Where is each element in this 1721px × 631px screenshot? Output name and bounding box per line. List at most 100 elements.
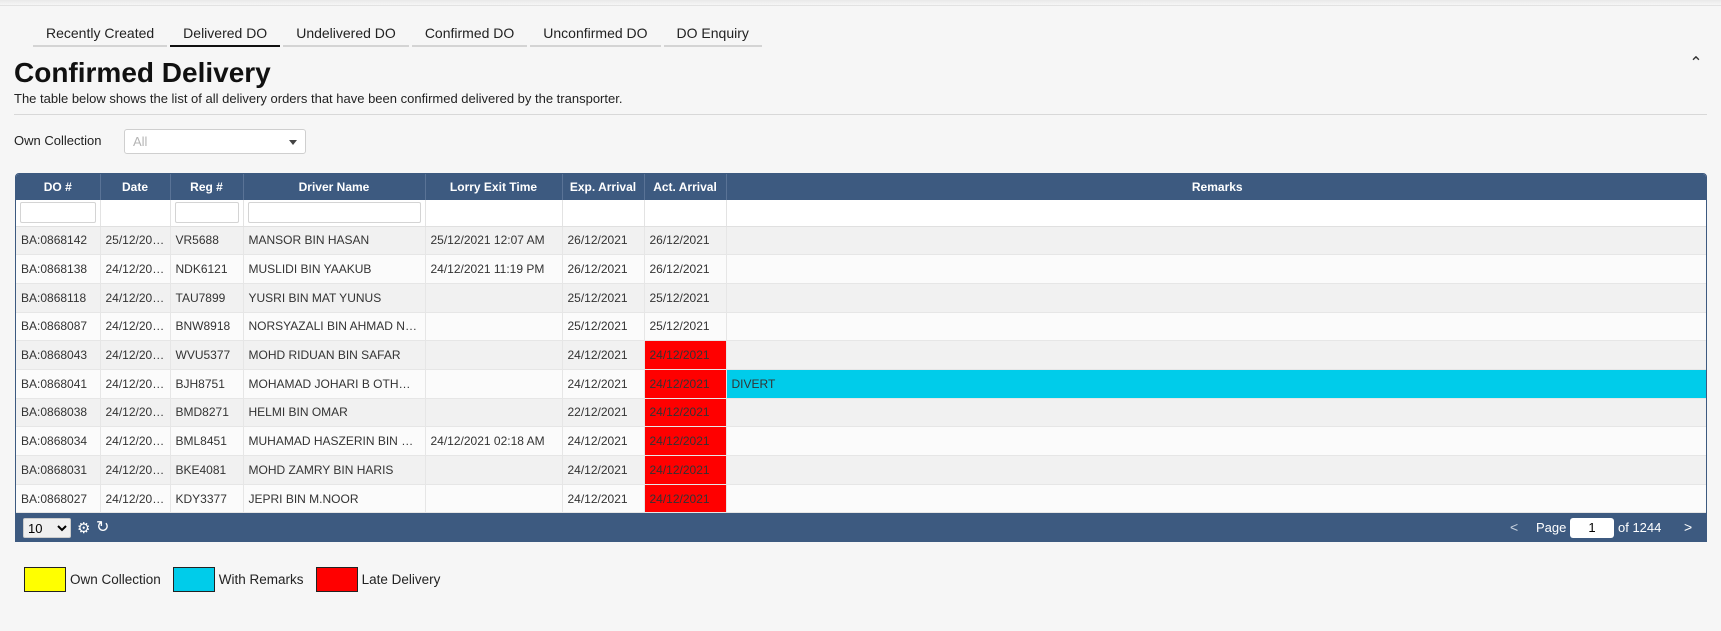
- table-row[interactable]: BA:0868027 24/12/2021 KDY3377 JEPRI BIN M.N…: [16, 484, 1706, 514]
- table-row[interactable]: BA:0868138 24/12/2021 NDK6121 MUSLIDI BIN Y…: [16, 254, 1706, 284]
- lorry-exit-time-cell: [425, 484, 563, 514]
- lorry-exit-time-cell: [425, 369, 563, 399]
- act-arrival-cell: 26/12/2021: [644, 226, 727, 256]
- exp-arrival-cell: 24/12/2021: [562, 455, 645, 485]
- tab-unconfirmed-do[interactable]: Unconfirmed DO: [530, 22, 661, 47]
- exp-arrival-cell: 25/12/2021: [562, 283, 645, 313]
- tab-delivered-do[interactable]: Delivered DO: [170, 22, 281, 47]
- act-arrival-cell: 24/12/2021: [644, 398, 727, 428]
- reg-cell: VR5688: [170, 226, 244, 256]
- date-cell: 24/12/2021: [100, 426, 171, 456]
- table-row[interactable]: BA:0868041 24/12/2021 BJH8751 MOHAMAD JOHAR…: [16, 369, 1706, 399]
- driver-name-cell: MUSLIDI BIN YAAKUB: [243, 254, 426, 284]
- driver-name-cell: MOHD ZAMRY BIN HARIS: [243, 455, 426, 485]
- prev-page-button[interactable]: <: [1510, 519, 1518, 535]
- own-collection-placeholder: All: [133, 134, 148, 149]
- reg-cell: BNW8918: [170, 312, 244, 342]
- driver-name-cell: MOHD RIDUAN BIN SAFAR: [243, 340, 426, 370]
- col-header-exit-time[interactable]: Lorry Exit Time: [425, 174, 563, 200]
- act-arrival-cell: 26/12/2021: [644, 254, 727, 284]
- reg-filter-input[interactable]: [174, 202, 239, 224]
- chevron-up-icon[interactable]: ⌃: [1688, 56, 1704, 72]
- legend-label: Late Delivery: [361, 572, 441, 587]
- table-row[interactable]: BA:0868118 24/12/2021 TAU7899 YUSRI BIN MAT…: [16, 283, 1706, 313]
- exp-arrival-cell: 26/12/2021: [562, 254, 645, 284]
- lorry-exit-time-cell: 24/12/2021 02:18 AM: [425, 426, 563, 456]
- filter-cell-exit: [425, 200, 563, 227]
- do-cell: BA:0868034: [16, 426, 101, 456]
- divider: [14, 114, 1707, 115]
- do-cell: BA:0868027: [16, 484, 101, 514]
- page-subtitle: The table below shows the list of all de…: [14, 91, 623, 106]
- filter-cell-exp: [562, 200, 645, 227]
- lorry-exit-time-cell: [425, 340, 563, 370]
- reg-cell: TAU7899: [170, 283, 244, 313]
- lorry-exit-time-cell: [425, 312, 563, 342]
- table-row[interactable]: BA:0868043 24/12/2021 WVU5377 MOHD RIDUAN B…: [16, 340, 1706, 370]
- driver-name-cell: MOHAMAD JOHARI B OTHMAN: [243, 369, 426, 399]
- table-row[interactable]: BA:0868038 24/12/2021 BMD8271 HELMI BIN OMA…: [16, 398, 1706, 428]
- driver-name-cell: MANSOR BIN HASAN: [243, 226, 426, 256]
- reg-cell: BMD8271: [170, 398, 244, 428]
- lorry-exit-time-cell: [425, 283, 563, 313]
- date-cell: 24/12/2021: [100, 455, 171, 485]
- page-label: Page: [1536, 520, 1567, 535]
- col-header-exp-arrival[interactable]: Exp. Arrival: [562, 174, 645, 200]
- do-cell: BA:0868038: [16, 398, 101, 428]
- driver-filter-input[interactable]: [247, 202, 421, 224]
- legend-label: With Remarks: [218, 572, 304, 587]
- legend-swatch: [172, 567, 215, 592]
- delivery-grid: DO # Date Reg # Driver Name Lorry Exit T…: [15, 173, 1707, 515]
- remarks-cell: [726, 340, 1706, 370]
- date-cell: 24/12/2021: [100, 398, 171, 428]
- own-collection-select[interactable]: All: [124, 129, 306, 154]
- legend-label: Own Collection: [70, 572, 161, 587]
- legend-late-delivery: Late Delivery: [315, 567, 441, 592]
- act-arrival-cell: 25/12/2021: [644, 312, 727, 342]
- filter-cell-reg: [170, 200, 244, 227]
- tab-recently-created[interactable]: Recently Created: [33, 22, 168, 47]
- do-cell: BA:0868118: [16, 283, 101, 313]
- do-tabs: Recently Created Delivered DO Undelivere…: [33, 22, 762, 47]
- table-row[interactable]: BA:0868142 25/12/2021 VR5688 MANSOR BIN HAS…: [16, 226, 1706, 256]
- page-number-input[interactable]: 1: [1570, 518, 1614, 538]
- filter-cell-do: [16, 200, 101, 227]
- col-header-driver[interactable]: Driver Name: [243, 174, 426, 200]
- do-filter-input[interactable]: [20, 202, 96, 224]
- reg-cell: KDY3377: [170, 484, 244, 514]
- reg-cell: BML8451: [170, 426, 244, 456]
- filter-cell-date: [100, 200, 171, 227]
- act-arrival-cell: 24/12/2021: [644, 340, 727, 370]
- act-arrival-cell: 25/12/2021: [644, 283, 727, 313]
- col-header-remarks[interactable]: Remarks: [726, 174, 1706, 200]
- tab-undelivered-do[interactable]: Undelivered DO: [283, 22, 409, 47]
- col-header-date[interactable]: Date: [100, 174, 171, 200]
- refresh-icon[interactable]: ↻: [96, 517, 109, 537]
- next-page-button[interactable]: >: [1684, 519, 1692, 535]
- col-header-do[interactable]: DO #: [16, 174, 101, 200]
- table-row[interactable]: BA:0868031 24/12/2021 BKE4081 MOHD ZAMRY BI…: [16, 455, 1706, 485]
- gear-icon[interactable]: ⚙: [77, 519, 90, 537]
- reg-cell: WVU5377: [170, 340, 244, 370]
- date-cell: 24/12/2021: [100, 283, 171, 313]
- legend-swatch: [315, 567, 358, 592]
- act-arrival-cell: 24/12/2021: [644, 426, 727, 456]
- filter-cell-act: [644, 200, 727, 227]
- col-header-act-arrival[interactable]: Act. Arrival: [644, 174, 727, 200]
- date-cell: 24/12/2021: [100, 369, 171, 399]
- reg-cell: BKE4081: [170, 455, 244, 485]
- tab-confirmed-do[interactable]: Confirmed DO: [411, 22, 528, 47]
- driver-name-cell: NORSYAZALI BIN AHMAD NOR: [243, 312, 426, 342]
- tab-do-enquiry[interactable]: DO Enquiry: [663, 22, 762, 47]
- driver-name-cell: HELMI BIN OMAR: [243, 398, 426, 428]
- page-size-select[interactable]: 10: [23, 518, 71, 538]
- filter-cell-remarks: [726, 200, 1706, 227]
- remarks-cell: [726, 398, 1706, 428]
- col-header-reg[interactable]: Reg #: [170, 174, 244, 200]
- act-arrival-cell: 24/12/2021: [644, 455, 727, 485]
- table-row[interactable]: BA:0868034 24/12/2021 BML8451 MUHAMAD HASZE…: [16, 426, 1706, 456]
- page-title: Confirmed Delivery: [14, 57, 271, 88]
- table-row[interactable]: BA:0868087 24/12/2021 BNW8918 NORSYAZALI BI…: [16, 312, 1706, 342]
- do-cell: BA:0868142: [16, 226, 101, 256]
- do-cell: BA:0868087: [16, 312, 101, 342]
